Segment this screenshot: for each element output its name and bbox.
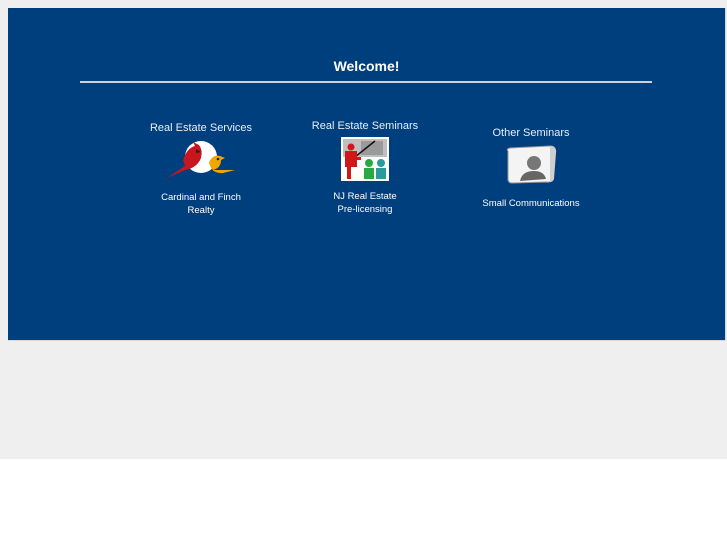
presentation-icon: [341, 137, 389, 181]
title-divider: [80, 81, 652, 83]
profile-card-icon: [504, 145, 558, 185]
cardinal-finch-icon: [163, 140, 239, 180]
other-seminars-section: Other Seminars Small Communications: [470, 127, 592, 210]
cardinal-finch-link[interactable]: [140, 140, 262, 180]
real-estate-services-section: Real Estate Services Cardinal and Finch …: [140, 122, 262, 217]
nj-pre-licensing-link[interactable]: [304, 137, 426, 181]
section-heading-real-estate-services: Real Estate Services: [149, 122, 253, 134]
section-heading-other-seminars: Other Seminars: [492, 127, 570, 139]
small-communications-link[interactable]: [470, 145, 592, 185]
caption-small-communications: Small Communications: [482, 198, 580, 209]
real-estate-seminars-section: Real Estate Seminars NJ Real Estate Pre-…: [304, 120, 426, 216]
caption-nj-real-estate-line2: Pre-licensing: [337, 204, 393, 215]
caption-nj-real-estate-line1: NJ Real Estate: [333, 191, 397, 202]
section-heading-real-estate-seminars: Real Estate Seminars: [311, 120, 419, 132]
welcome-panel: Welcome! Real Estate Services Cardinal a…: [8, 8, 726, 341]
caption-cardinal-finch-line1: Cardinal and Finch: [161, 192, 241, 203]
caption-cardinal-finch-line2: Realty: [187, 205, 215, 216]
page-title: Welcome!: [333, 58, 400, 74]
